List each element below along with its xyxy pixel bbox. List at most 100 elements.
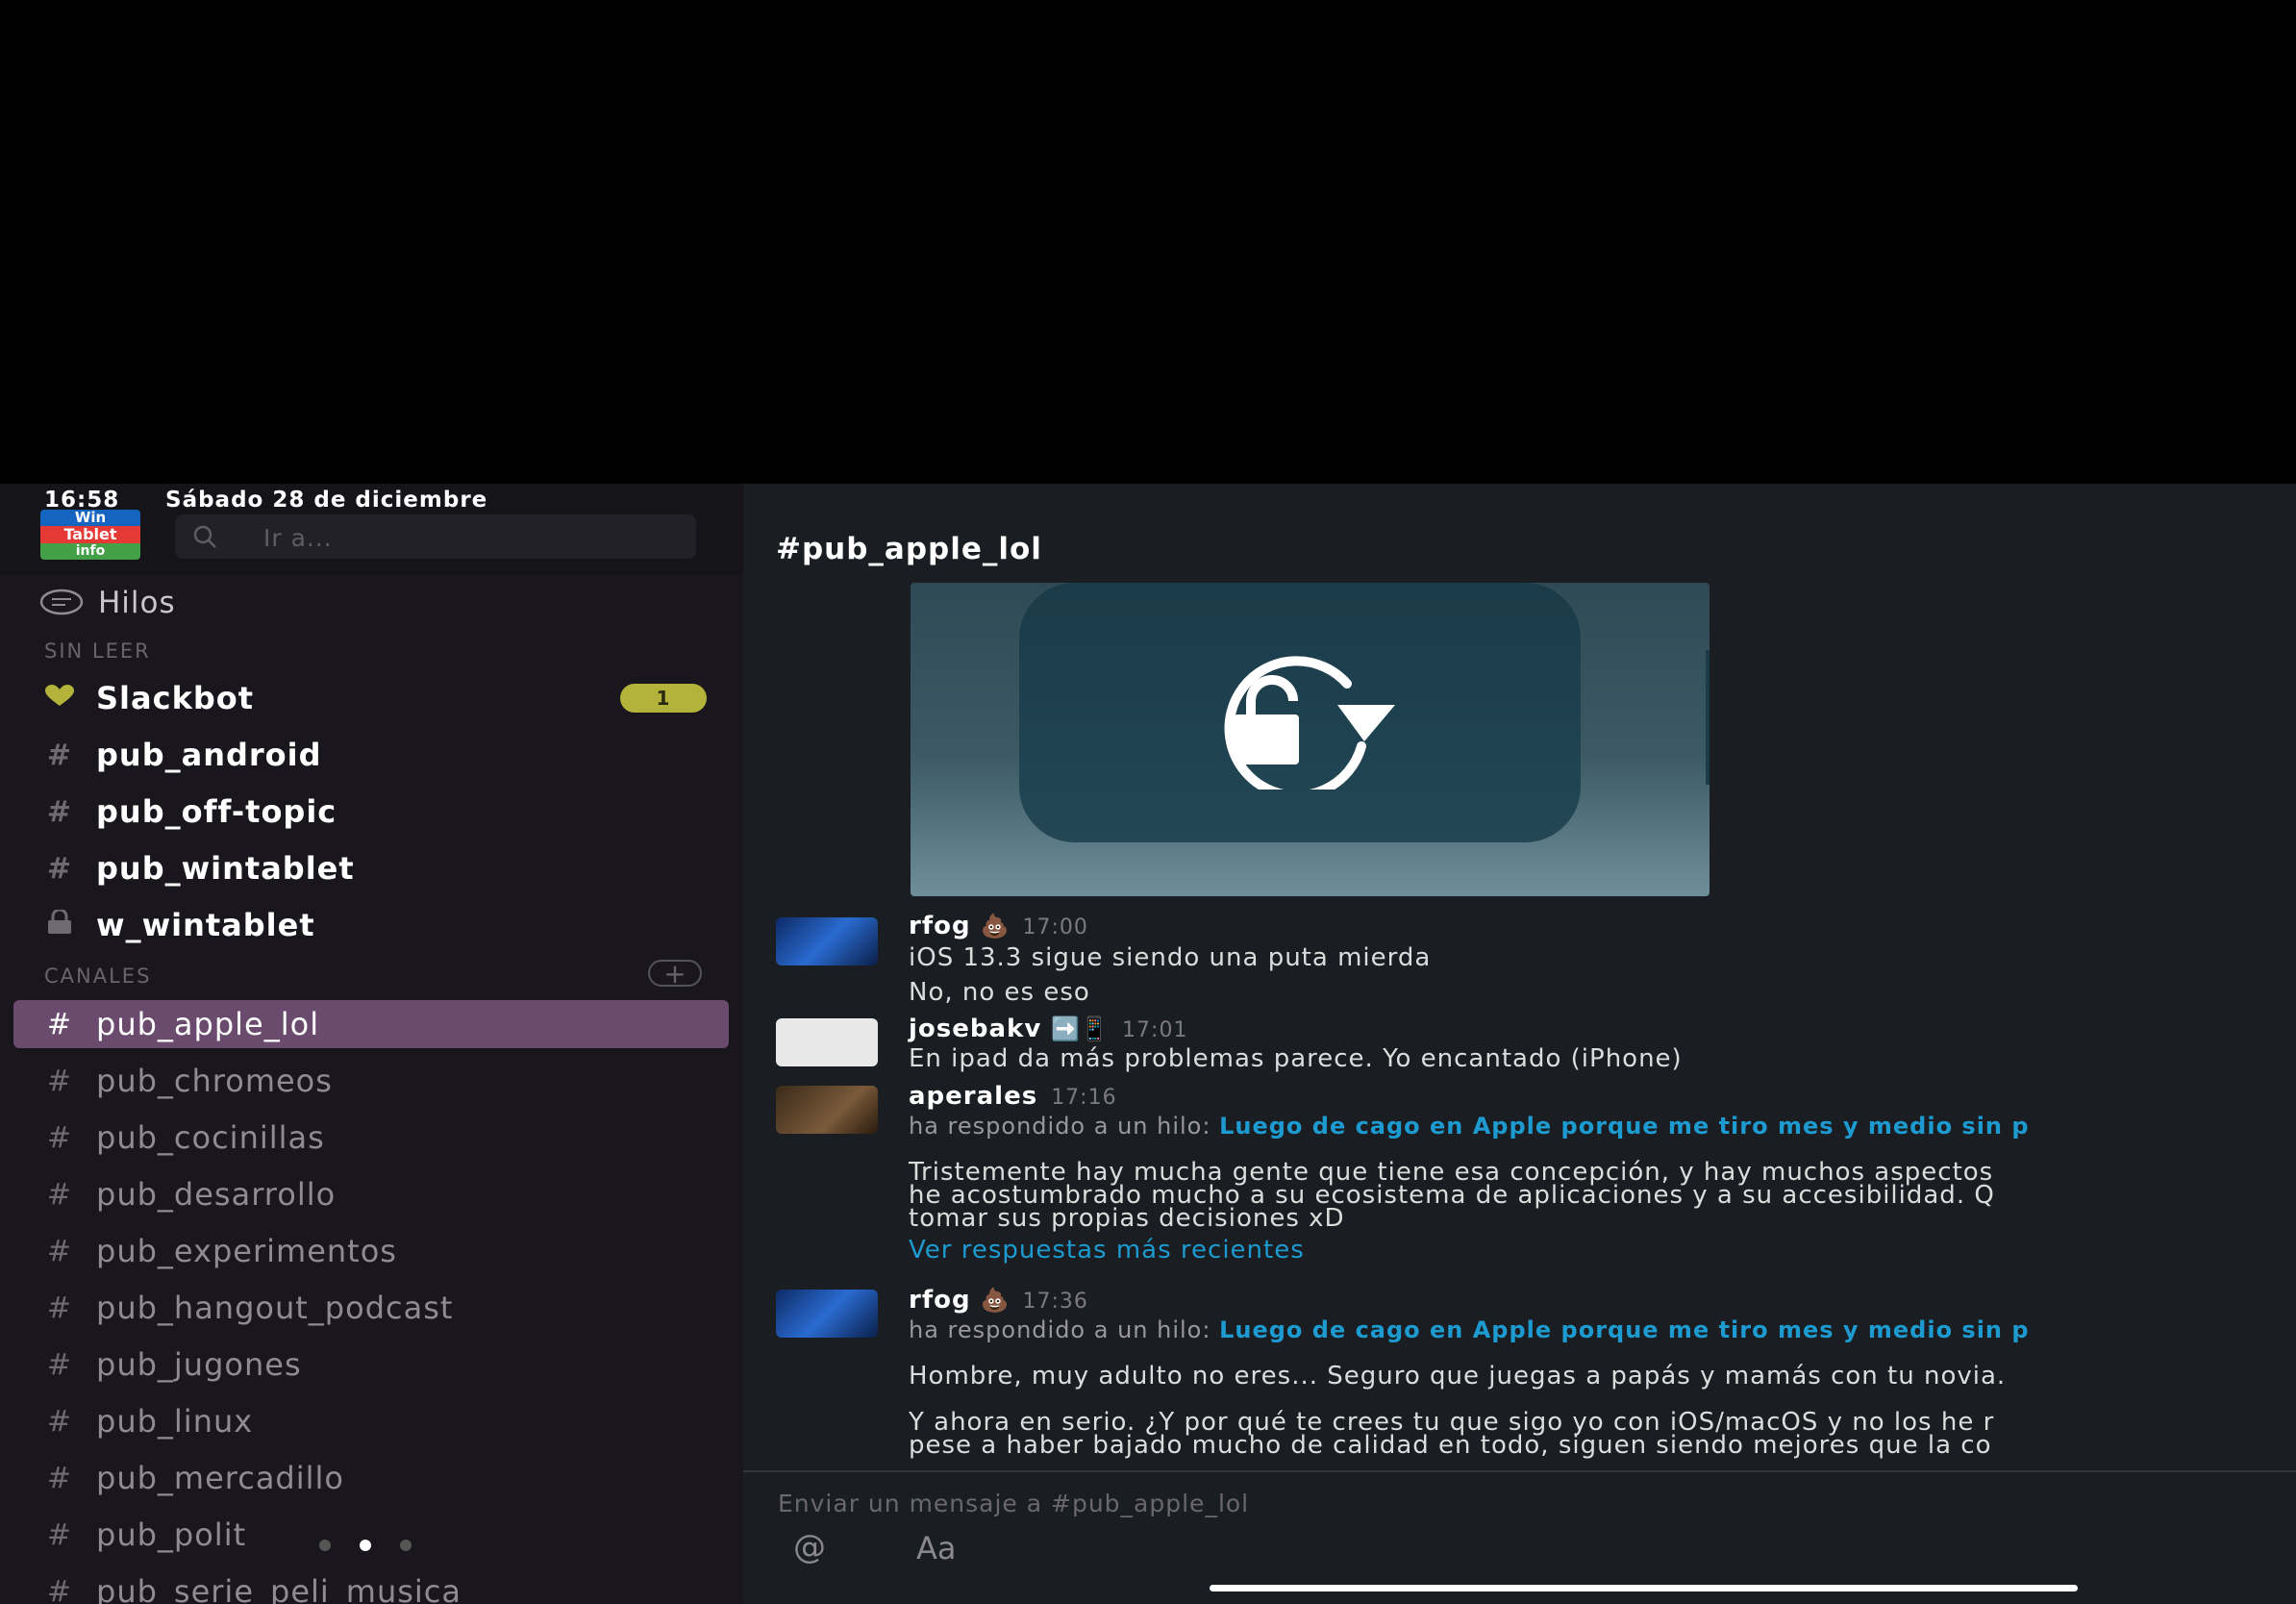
home-indicator [1210,1585,2078,1591]
sidebar-item-pub-off-topic[interactable]: # pub_off-topic [13,788,729,836]
lock-icon [35,908,85,942]
timestamp[interactable]: 17:00 [1023,915,1088,940]
message-body: josebakv ➡️📱 17:01 En ipad da más problema… [909,1015,2293,1073]
hash-icon: # [46,794,73,829]
search-input[interactable] [262,518,669,557]
page-dots [319,1540,412,1551]
channel-name: pub_hangout_podcast [96,1290,454,1326]
sidebar-header: 16:58 Sábado 28 de diciembre Win Tablet … [0,484,743,575]
message-text: tomar sus propias decisiones xD [909,1204,1345,1233]
status-emoji: 💩 [980,913,1010,940]
channel-view: #pub_apple_lol rfog 💩 17:00 iOS 13.3 sigue… [743,484,2296,1604]
heart-icon [35,682,85,715]
app-screen: 16:58 Sábado 28 de diciembre Win Tablet … [0,484,2296,1604]
avatar[interactable] [776,917,878,965]
author-name[interactable]: rfog [909,1286,971,1315]
sidebar-item-pub-desarrollo[interactable]: # pub_desarrollo [13,1170,729,1218]
sidebar-item-pub-hangout-podcast[interactable]: # pub_hangout_podcast [13,1284,729,1332]
message-body: rfog 💩 17:36 ha respondido a un hilo: Lueg… [909,1286,2293,1460]
hash-icon: # [46,1574,73,1604]
thread-reply-line: ha respondido a un hilo: Luego de cago e… [909,1316,2293,1343]
hash-icon: # [46,1177,73,1212]
avatar[interactable] [776,1086,878,1134]
hash-icon: # [46,1404,73,1439]
channel-name: pub_cocinillas [96,1119,325,1156]
plus-icon: + [663,958,686,990]
channel-name: pub_serie_peli_musica [96,1573,462,1604]
threads-label: Hilos [98,586,176,620]
status-emoji: 💩 [980,1287,1010,1314]
threads-icon [39,589,84,615]
channel-name: pub_desarrollo [96,1176,337,1213]
page-dot [319,1540,331,1551]
unread-badge: 1 [620,684,707,713]
sidebar-item-threads[interactable]: Hilos [38,584,176,622]
sidebar: 16:58 Sábado 28 de diciembre Win Tablet … [0,484,743,1604]
sidebar-item-pub-linux[interactable]: # pub_linux [13,1397,729,1445]
view-recent-replies-link[interactable]: Ver respuestas más recientes [909,1236,2293,1265]
sidebar-item-pub-android[interactable]: # pub_android [13,731,729,779]
hash-icon: # [46,1347,73,1382]
sidebar-item-slackbot[interactable]: Slackbot 1 [13,674,729,722]
composer-divider [743,1470,2296,1472]
channel-name: pub_android [96,737,322,773]
channel-name: pub_polit [96,1516,247,1553]
search-bar[interactable] [175,514,696,559]
unread-section-label: SIN LEER [44,639,151,663]
reply-prefix: ha respondido a un hilo: [909,1113,1211,1140]
sidebar-item-pub-wintablet[interactable]: # pub_wintablet [13,844,729,892]
message-text: En ipad da más problemas parece. Yo enca… [909,1044,1683,1073]
logo-line-2: Tablet [40,526,140,543]
avatar[interactable] [776,1018,878,1066]
hash-icon: # [46,1064,73,1098]
sidebar-item-pub-jugones[interactable]: # pub_jugones [13,1341,729,1389]
reply-prefix: ha respondido a un hilo: [909,1316,1211,1343]
channel-name: pub_mercadillo [96,1460,344,1496]
sidebar-item-pub-experimentos[interactable]: # pub_experimentos [13,1227,729,1275]
sidebar-item-pub-chromeos[interactable]: # pub_chromeos [13,1057,729,1105]
search-icon [193,525,216,548]
mention-button[interactable]: @ [793,1528,826,1566]
sidebar-item-w-wintablet[interactable]: w_wintablet [13,901,729,949]
sidebar-item-pub-mercadillo[interactable]: # pub_mercadillo [13,1454,729,1502]
message-text: iOS 13.3 sigue siendo una puta mierda [909,943,1432,972]
logo-line-1: Win [40,510,140,526]
avatar[interactable] [776,1290,878,1338]
author-name[interactable]: aperales [909,1082,1037,1111]
sidebar-item-pub-cocinillas[interactable]: # pub_cocinillas [13,1114,729,1162]
thread-link[interactable]: Luego de cago en Apple porque me tiro me… [1219,1113,2029,1140]
hash-icon: # [46,1120,73,1155]
message-body: aperales 17:16 ha respondido a un hilo: L… [909,1082,2293,1265]
channel-name: pub_chromeos [96,1063,333,1099]
format-button[interactable]: Aa [916,1530,957,1566]
hash-icon: # [46,1517,73,1552]
hash-icon: # [46,1291,73,1325]
image-edge [1706,650,1710,785]
message-body: rfog 💩 17:00 iOS 13.3 sigue siendo una put… [909,912,2293,1005]
add-channel-button[interactable]: + [648,958,702,990]
channel-name: pub_linux [96,1403,254,1440]
hash-icon: # [46,1234,73,1268]
timestamp[interactable]: 17:16 [1051,1086,1116,1110]
timestamp[interactable]: 17:01 [1122,1018,1187,1042]
thread-reply-line: ha respondido a un hilo: Luego de cago e… [909,1113,2293,1140]
author-name[interactable]: rfog [909,912,971,940]
channels-section-label: CANALES [44,965,152,988]
channel-name: pub_off-topic [96,793,337,830]
channel-title[interactable]: #pub_apple_lol [776,532,1042,566]
page-dot-active [360,1540,371,1551]
status-emoji: ➡️📱 [1051,1015,1110,1042]
channel-name: pub_apple_lol [96,1006,320,1042]
message-input[interactable] [776,1484,2126,1522]
sidebar-item-pub-apple-lol[interactable]: # pub_apple_lol [13,1000,729,1048]
sidebar-item-pub-serie-peli-musica[interactable]: # pub_serie_peli_musica [13,1567,729,1604]
timestamp[interactable]: 17:36 [1023,1290,1088,1314]
image-attachment[interactable] [911,583,1710,896]
page-dot [400,1540,412,1551]
status-date: Sábado 28 de diciembre [165,488,488,513]
author-name[interactable]: josebakv [909,1015,1041,1043]
thread-link[interactable]: Luego de cago en Apple porque me tiro me… [1219,1316,2029,1343]
workspace-logo[interactable]: Win Tablet info [40,510,140,560]
message-text: pese a haber bajado mucho de calidad en … [909,1431,1992,1460]
sidebar-item-pub-polit[interactable]: # pub_polit [13,1511,729,1559]
